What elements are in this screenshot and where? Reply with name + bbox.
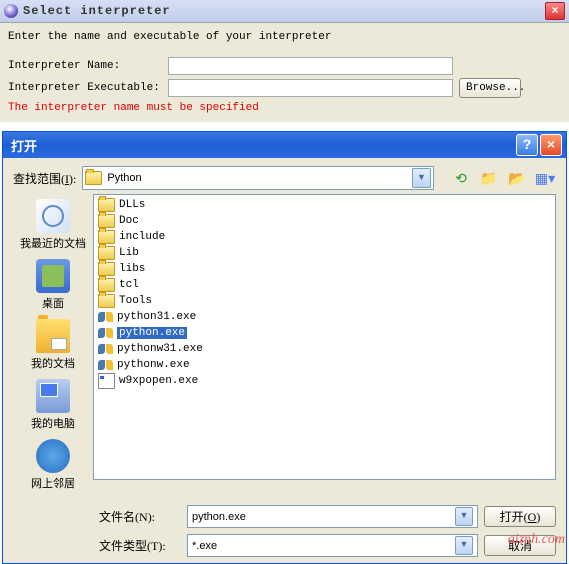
filename-label: 文件名(N): bbox=[99, 508, 181, 525]
place-label: 我的文档 bbox=[13, 355, 93, 371]
file-item[interactable]: tcl bbox=[96, 277, 553, 293]
file-name: python31.exe bbox=[117, 311, 196, 323]
chevron-down-icon[interactable]: ▼ bbox=[455, 536, 473, 555]
file-name: tcl bbox=[119, 279, 139, 291]
instruction-text: Enter the name and executable of your in… bbox=[8, 31, 561, 43]
ico-docs-icon bbox=[36, 319, 70, 353]
place-label: 网上邻居 bbox=[13, 475, 93, 491]
file-open-dialog: 打开 ? × 查找范围(I): Python ▼ ⟲ 📁 📂 ▦▾ 我最近的文档… bbox=[2, 131, 567, 564]
file-name: Tools bbox=[119, 295, 152, 307]
filename-combo[interactable]: python.exe ▼ bbox=[187, 505, 478, 528]
help-button[interactable]: ? bbox=[516, 134, 538, 156]
file-item[interactable]: pythonw.exe bbox=[96, 357, 553, 373]
place-label: 我的电脑 bbox=[13, 415, 93, 431]
lookin-combo[interactable]: Python ▼ bbox=[82, 166, 434, 190]
file-item[interactable]: include bbox=[96, 229, 553, 245]
file-item[interactable]: Lib bbox=[96, 245, 553, 261]
file-name: Doc bbox=[119, 215, 139, 227]
file-item[interactable]: libs bbox=[96, 261, 553, 277]
file-name: pythonw31.exe bbox=[117, 343, 203, 355]
folder-icon bbox=[98, 230, 115, 244]
file-list[interactable]: DLLs Doc include Lib libs tcl Tools pyth… bbox=[93, 194, 556, 480]
interpreter-exec-label: Interpreter Executable: bbox=[8, 82, 168, 94]
ico-desktop-icon bbox=[36, 259, 70, 293]
chevron-down-icon[interactable]: ▼ bbox=[412, 168, 431, 188]
py-icon bbox=[98, 342, 113, 356]
file-item[interactable]: DLLs bbox=[96, 197, 553, 213]
folder-icon bbox=[85, 171, 102, 185]
folder-icon bbox=[98, 246, 115, 260]
place-1[interactable]: 桌面 bbox=[13, 259, 93, 311]
filetype-value: *.exe bbox=[192, 540, 217, 552]
folder-icon bbox=[98, 262, 115, 276]
interpreter-exec-input[interactable] bbox=[168, 79, 453, 97]
file-item[interactable]: python.exe bbox=[96, 325, 553, 341]
select-interpreter-titlebar: Select interpreter × bbox=[0, 0, 569, 23]
browse-button[interactable]: Browse... bbox=[459, 78, 521, 98]
file-name: Lib bbox=[119, 247, 139, 259]
file-item[interactable]: pythonw31.exe bbox=[96, 341, 553, 357]
places-bar: 我最近的文档 桌面 我的文档 我的电脑 网上邻居 bbox=[13, 194, 93, 499]
close-button[interactable]: × bbox=[545, 2, 565, 20]
place-label: 我最近的文档 bbox=[13, 235, 93, 251]
file-name: include bbox=[119, 231, 165, 243]
eclipse-icon bbox=[4, 4, 18, 18]
ico-computer-icon bbox=[36, 379, 70, 413]
close-button[interactable]: × bbox=[540, 134, 562, 156]
up-folder-icon[interactable]: 📁 bbox=[478, 167, 500, 189]
ico-network-icon bbox=[36, 439, 70, 473]
ico-recent-icon bbox=[36, 199, 70, 233]
open-button[interactable]: 打开(O) bbox=[484, 506, 556, 527]
file-dialog-title: 打开 bbox=[11, 136, 37, 155]
file-item[interactable]: Doc bbox=[96, 213, 553, 229]
folder-icon bbox=[98, 278, 115, 292]
file-item[interactable]: w9xpopen.exe bbox=[96, 373, 553, 389]
file-item[interactable]: Tools bbox=[96, 293, 553, 309]
exe-icon bbox=[98, 373, 115, 389]
file-name: pythonw.exe bbox=[117, 359, 190, 371]
py-icon bbox=[98, 358, 113, 372]
file-name: libs bbox=[119, 263, 145, 275]
file-name: DLLs bbox=[119, 199, 145, 211]
lookin-label: 查找范围(I): bbox=[13, 170, 76, 187]
file-item[interactable]: python31.exe bbox=[96, 309, 553, 325]
place-2[interactable]: 我的文档 bbox=[13, 319, 93, 371]
chevron-down-icon[interactable]: ▼ bbox=[455, 507, 473, 526]
lookin-value: Python bbox=[107, 172, 141, 184]
new-folder-icon[interactable]: 📂 bbox=[506, 167, 528, 189]
filename-value: python.exe bbox=[192, 511, 246, 523]
interpreter-name-input[interactable] bbox=[168, 57, 453, 75]
py-icon bbox=[98, 310, 113, 324]
file-name: python.exe bbox=[117, 327, 187, 339]
error-message: The interpreter name must be specified bbox=[8, 102, 561, 114]
folder-icon bbox=[98, 198, 115, 212]
place-4[interactable]: 网上邻居 bbox=[13, 439, 93, 491]
file-name: w9xpopen.exe bbox=[119, 375, 198, 387]
interpreter-name-label: Interpreter Name: bbox=[8, 60, 168, 72]
place-label: 桌面 bbox=[13, 295, 93, 311]
place-0[interactable]: 我最近的文档 bbox=[13, 199, 93, 251]
view-menu-icon[interactable]: ▦▾ bbox=[534, 167, 556, 189]
place-3[interactable]: 我的电脑 bbox=[13, 379, 93, 431]
select-interpreter-body: Enter the name and executable of your in… bbox=[0, 23, 569, 122]
watermark: aiznh.com bbox=[508, 532, 565, 548]
folder-icon bbox=[98, 214, 115, 228]
file-dialog-titlebar: 打开 ? × bbox=[3, 132, 566, 158]
back-icon[interactable]: ⟲ bbox=[450, 167, 472, 189]
window-title: Select interpreter bbox=[23, 4, 171, 18]
folder-icon bbox=[98, 294, 115, 308]
py-icon bbox=[98, 326, 113, 340]
filetype-label: 文件类型(T): bbox=[99, 537, 181, 554]
